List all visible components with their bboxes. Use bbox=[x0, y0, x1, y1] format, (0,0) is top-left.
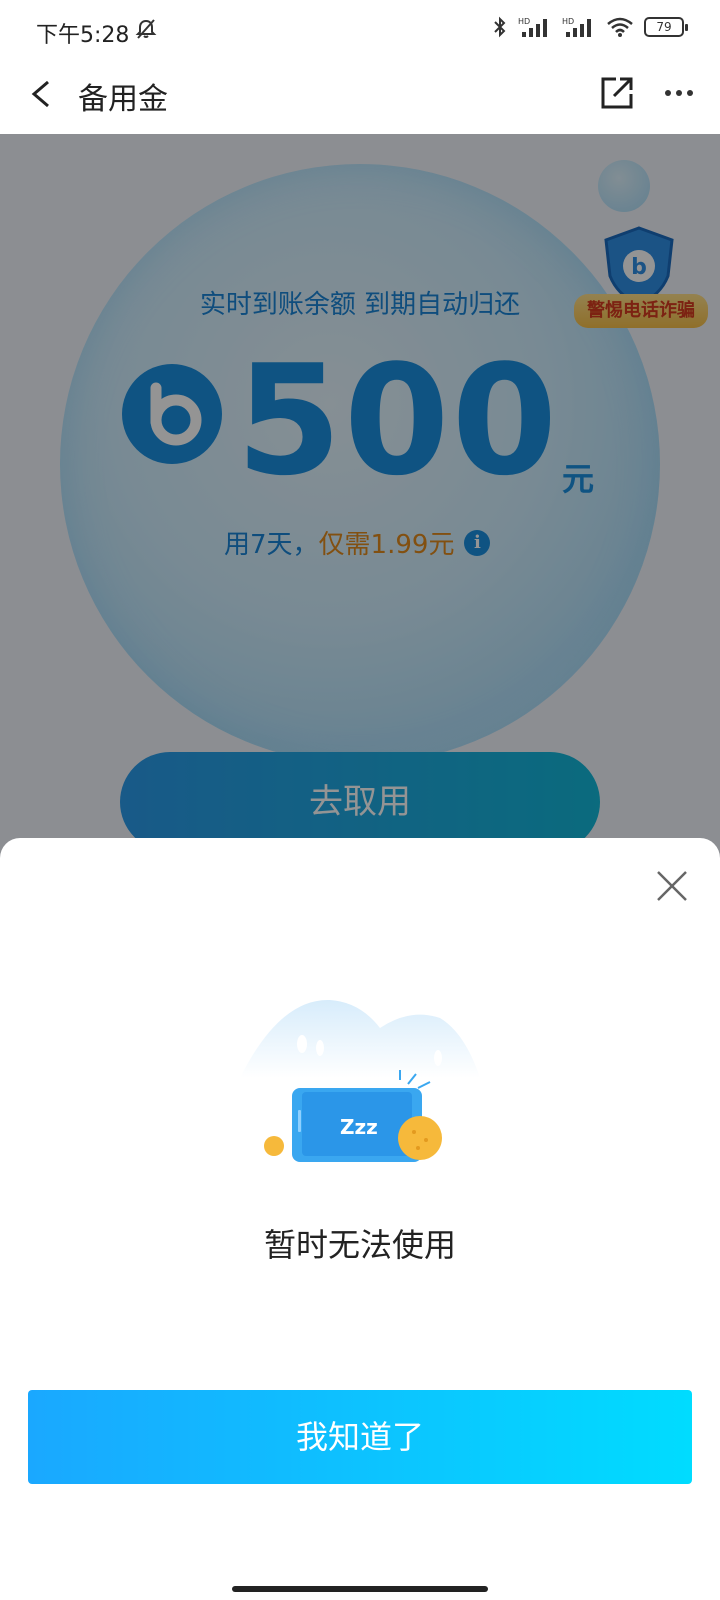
more-icon[interactable] bbox=[664, 78, 694, 116]
bluetooth-icon bbox=[494, 16, 506, 38]
share-icon[interactable] bbox=[598, 74, 636, 116]
bell-off-icon bbox=[135, 18, 157, 44]
close-icon[interactable] bbox=[654, 868, 690, 904]
signal-hd-icon: HD bbox=[562, 17, 591, 37]
wifi-icon bbox=[607, 17, 633, 37]
chevron-left-icon[interactable] bbox=[24, 74, 64, 114]
unavailable-message: 暂时无法使用 bbox=[263, 1226, 456, 1264]
svg-text:HD: HD bbox=[518, 17, 530, 26]
sleeping-phone-illustration: Zzz bbox=[240, 988, 480, 1178]
bottom-sheet: Zzz 暂时无法使用 我知道了 bbox=[0, 838, 720, 1600]
status-bar: 下午5:28 HD HD 79 bbox=[0, 0, 720, 52]
signal-hd-icon: HD bbox=[518, 17, 547, 37]
nav-bar: 备用金 bbox=[0, 52, 720, 134]
zzz-text: Zzz bbox=[340, 1115, 378, 1139]
svg-text:HD: HD bbox=[562, 17, 574, 26]
status-time: 下午5:28 bbox=[36, 23, 130, 48]
confirm-button[interactable]: 我知道了 bbox=[28, 1390, 692, 1484]
home-indicator[interactable] bbox=[232, 1586, 488, 1592]
page-title: 备用金 bbox=[78, 82, 168, 117]
battery-icon: 79 bbox=[644, 17, 688, 37]
status-icons: HD HD 79 bbox=[492, 16, 688, 38]
